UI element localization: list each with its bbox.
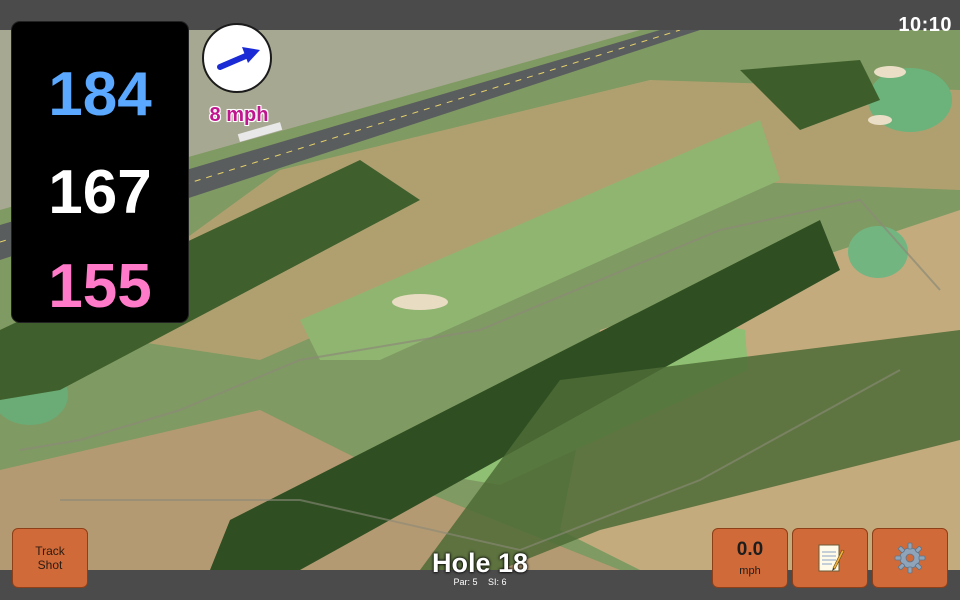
notes-button[interactable] (792, 528, 868, 588)
track-shot-button[interactable]: Track Shot (12, 528, 88, 588)
si-label: SI: 6 (488, 577, 507, 587)
clock: 10:10 (898, 14, 952, 36)
distance-panel: 184 167 155 (12, 22, 188, 322)
speed-value: 0.0 (736, 539, 764, 560)
track-shot-label-line2: Shot (37, 558, 63, 572)
arrow-right-up-icon (217, 47, 260, 70)
bunker-upper (392, 294, 448, 310)
wind-direction-dial (202, 23, 272, 93)
track-shot-label-line1: Track (35, 544, 65, 558)
green-right (848, 226, 908, 278)
back-distance: 184 (48, 60, 152, 129)
hole-title: Hole 18 (431, 548, 529, 578)
hole-meta: Par: 5 SI: 6 (380, 577, 580, 587)
middle-distance: 167 (48, 158, 152, 227)
wind-speed-label: 8 mph (209, 104, 269, 126)
gear-icon (894, 542, 926, 574)
speed-unit: mph (739, 565, 761, 577)
notepad-icon (818, 544, 845, 572)
speed-button[interactable]: 0.0 mph (712, 528, 788, 588)
settings-button[interactable] (872, 528, 948, 588)
par-label: Par: 5 (453, 577, 478, 587)
front-distance: 155 (48, 252, 152, 321)
